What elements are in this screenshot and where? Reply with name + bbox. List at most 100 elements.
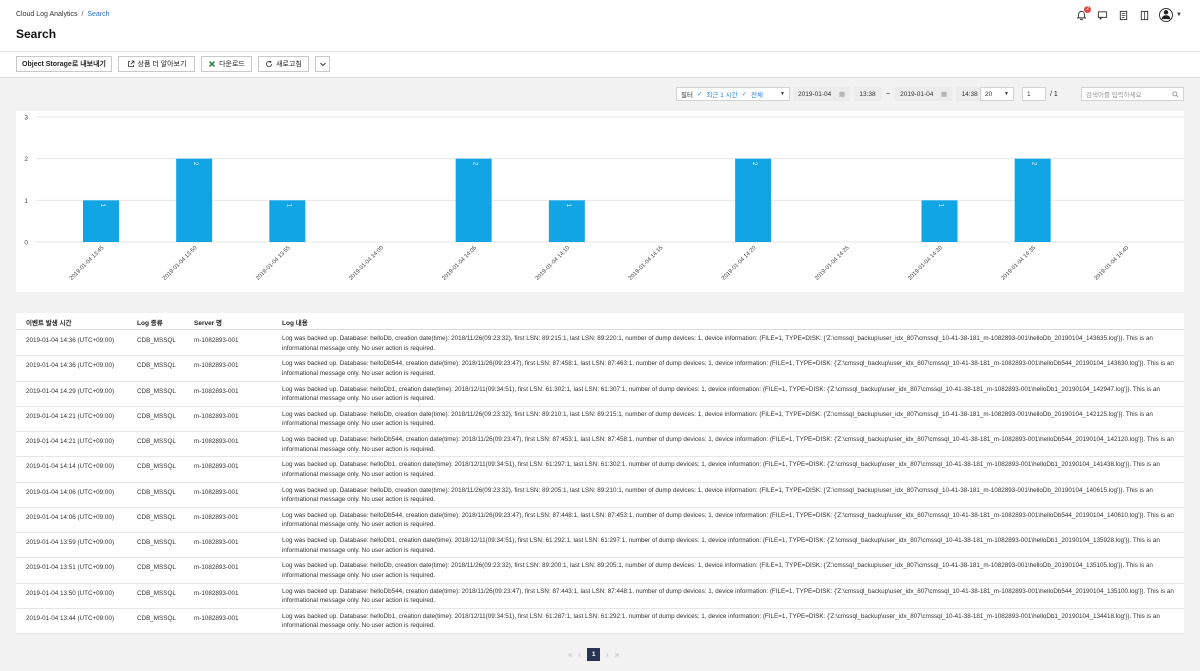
cell-event-time: 2019-01-04 14:36 (UTC+09:00) xyxy=(26,362,115,370)
table-row[interactable]: 2019-01-04 14:06 (UTC+09:00) CDB_MSSQL m-1… xyxy=(16,483,1184,508)
x-tick-label: 2019-01-04 14:40 xyxy=(1094,245,1131,282)
cell-log-content: Log was backed up. Database: helloDb544,… xyxy=(282,360,1174,377)
check-icon: ✓ xyxy=(741,91,748,98)
download-button[interactable]: 다운로드 xyxy=(201,56,252,72)
bar-chart: 012312019-01-04 13:4522019-01-04 13:5012… xyxy=(24,115,1184,282)
table-row[interactable]: 2019-01-04 14:21 (UTC+09:00) CDB_MSSQL m-1… xyxy=(16,407,1184,432)
breadcrumb-separator: / xyxy=(81,11,84,18)
start-time-input[interactable]: 13:38 xyxy=(854,87,881,101)
x-tick-label: 2019-01-04 14:25 xyxy=(814,245,851,282)
cell-log-type: CDB_MSSQL xyxy=(137,362,176,370)
cell-server-name: m-1082893-001 xyxy=(194,438,239,445)
page-header: Cloud Log Analytics / Search Search 2 ▼ xyxy=(0,0,1200,52)
page-size-select[interactable]: 20 ▼ xyxy=(980,87,1014,101)
cell-log-content: Log was backed up. Database: helloDb1, c… xyxy=(282,612,1160,630)
table-row[interactable]: 2019-01-04 13:50 (UTC+09:00) CDB_MSSQL m-1… xyxy=(16,584,1184,609)
page-title: Search xyxy=(16,27,57,41)
start-date-input[interactable]: 2019-01-04 ▦ xyxy=(793,87,850,101)
search-area: 검색어를 입력하세요 xyxy=(1081,87,1184,101)
table-row[interactable]: 2019-01-04 14:14 (UTC+09:00) CDB_MSSQL m-1… xyxy=(16,457,1184,483)
cell-server-name: m-1082893-001 xyxy=(194,463,239,471)
chevron-down-icon: ▼ xyxy=(780,91,785,97)
table-row[interactable]: 2019-01-04 14:06 (UTC+09:00) CDB_MSSQL m-1… xyxy=(16,508,1184,533)
bell-icon[interactable]: 2 xyxy=(1075,6,1092,21)
header-icons: 2 ▼ xyxy=(1075,6,1182,22)
end-date-value: 2019-01-04 xyxy=(900,90,934,98)
page-size-value: 20 xyxy=(985,90,993,98)
cell-log-content: Log was backed up. Database: helloDb544,… xyxy=(282,436,1174,453)
cell-server-name: m-1082893-001 xyxy=(194,337,239,344)
x-tick-label: 2019-01-04 13:45 xyxy=(69,245,106,282)
pagination: « ‹ 1 › » xyxy=(568,648,619,661)
column-header-event-time[interactable]: 이벤트 발생 시간 xyxy=(26,317,71,327)
column-header-log-content[interactable]: Log 내용 xyxy=(282,317,308,327)
table-row[interactable]: 2019-01-04 14:29 (UTC+09:00) CDB_MSSQL m-1… xyxy=(16,382,1184,407)
table-row[interactable]: 2019-01-04 13:44 (UTC+09:00) CDB_MSSQL m-1… xyxy=(16,609,1184,634)
cell-log-type: CDB_MSSQL xyxy=(137,438,176,445)
cell-log-type: CDB_MSSQL xyxy=(137,589,176,597)
cell-server-name: m-1082893-001 xyxy=(194,589,239,597)
prev-page-icon[interactable]: ‹ xyxy=(578,650,581,659)
column-header-server-name[interactable]: Server 명 xyxy=(194,317,222,327)
manual-icon[interactable] xyxy=(1138,9,1150,21)
table-row[interactable]: 2019-01-04 14:36 (UTC+09:00) CDB_MSSQL m-1… xyxy=(16,356,1184,382)
more-options-button[interactable] xyxy=(315,56,330,72)
cell-log-content: Log was backed up. Database: helloDb1, c… xyxy=(282,385,1160,403)
cell-server-name: m-1082893-001 xyxy=(194,387,239,395)
breadcrumb-root[interactable]: Cloud Log Analytics xyxy=(16,11,77,18)
cell-log-content: Log was backed up. Database: helloDb544,… xyxy=(282,511,1174,529)
chart-panel: 0 1 2 3 1 2019-01-04 13:45 2 2019-01-04 13:50 1 2… xyxy=(16,111,1184,292)
filter-time-chip: 최근 1 시간 xyxy=(706,92,738,99)
export-object-storage-button[interactable]: Object Storage로 내보내기 xyxy=(16,56,112,72)
chart-bar xyxy=(735,158,772,242)
cell-log-content: Log was backed up. Database: helloDb, cr… xyxy=(282,486,1153,504)
cell-log-content: Log was backed up. Database: helloDb544,… xyxy=(282,587,1174,605)
x-tick-label: 2019-01-04 13:50 xyxy=(162,245,199,282)
x-tick-label: 2019-01-04 14:00 xyxy=(348,245,385,282)
user-menu-caret-icon[interactable]: ▼ xyxy=(1176,12,1182,18)
chat-icon[interactable] xyxy=(1096,9,1108,21)
learn-more-button[interactable]: 상품 더 알아보기 xyxy=(118,56,195,72)
paging-controls: 20 ▼ 1 / 1 xyxy=(980,87,1058,101)
range-separator: ~ xyxy=(886,90,891,98)
end-date-input[interactable]: 2019-01-04 ▦ xyxy=(895,87,953,101)
cell-event-time: 2019-01-04 14:21 (UTC+09:00) xyxy=(26,438,115,445)
search-placeholder: 검색어를 입력하세요 xyxy=(1086,92,1142,99)
refresh-button[interactable]: 새로고침 xyxy=(258,56,309,72)
notification-badge: 2 xyxy=(1084,6,1092,13)
y-tick-label: 0 xyxy=(24,240,28,247)
filter-select[interactable]: 필터 ✓ 최근 1 시간 ✓ 전체 ▼ xyxy=(676,87,790,101)
page-button-current[interactable]: 1 xyxy=(587,648,601,661)
cell-log-type: CDB_MSSQL xyxy=(137,463,176,471)
cell-log-content: Log was backed up. Database: helloDb, cr… xyxy=(282,335,1153,352)
cell-event-time: 2019-01-04 13:50 (UTC+09:00) xyxy=(26,589,115,597)
user-avatar-icon[interactable] xyxy=(1159,8,1174,22)
table-row[interactable]: 2019-01-04 14:36 (UTC+09:00) CDB_MSSQL m-1… xyxy=(16,331,1184,357)
cell-server-name: m-1082893-001 xyxy=(194,488,239,496)
chart-bar xyxy=(176,158,213,242)
table-row[interactable]: 2019-01-04 13:59 (UTC+09:00) CDB_MSSQL m-1… xyxy=(16,533,1184,559)
cell-event-time: 2019-01-04 14:36 (UTC+09:00) xyxy=(26,337,115,344)
column-header-log-type[interactable]: Log 종류 xyxy=(137,317,163,327)
last-page-icon[interactable]: » xyxy=(615,650,619,659)
external-link-icon xyxy=(127,60,134,67)
chart-bar xyxy=(1014,158,1051,242)
download-label: 다운로드 xyxy=(219,61,245,68)
table-row[interactable]: 2019-01-04 14:21 (UTC+09:00) CDB_MSSQL m-1… xyxy=(16,432,1184,458)
filter-all-chip: 전체 xyxy=(751,92,763,99)
cell-log-content: Log was backed up. Database: helloDb, cr… xyxy=(282,562,1153,579)
cell-log-content: Log was backed up. Database: helloDb1, c… xyxy=(282,461,1160,478)
x-tick-label: 2019-01-04 13:55 xyxy=(255,245,292,282)
document-icon[interactable] xyxy=(1117,9,1129,21)
cell-event-time: 2019-01-04 13:44 (UTC+09:00) xyxy=(26,614,115,622)
first-page-icon[interactable]: « xyxy=(568,650,572,659)
page-number-value: 1 xyxy=(1027,90,1031,98)
search-input[interactable]: 검색어를 입력하세요 xyxy=(1081,87,1184,101)
cell-log-type: CDB_MSSQL xyxy=(137,513,176,521)
table-row[interactable]: 2019-01-04 13:51 (UTC+09:00) CDB_MSSQL m-1… xyxy=(16,558,1184,584)
search-icon xyxy=(1172,90,1179,97)
filter-bar: 필터 ✓ 최근 1 시간 ✓ 전체 ▼ xyxy=(676,87,790,101)
next-page-icon[interactable]: › xyxy=(606,650,609,659)
page-number-input[interactable]: 1 xyxy=(1022,87,1046,101)
table-header: 이벤트 발생 시간 Log 종류 Server 명 Log 내용 xyxy=(16,313,1184,330)
